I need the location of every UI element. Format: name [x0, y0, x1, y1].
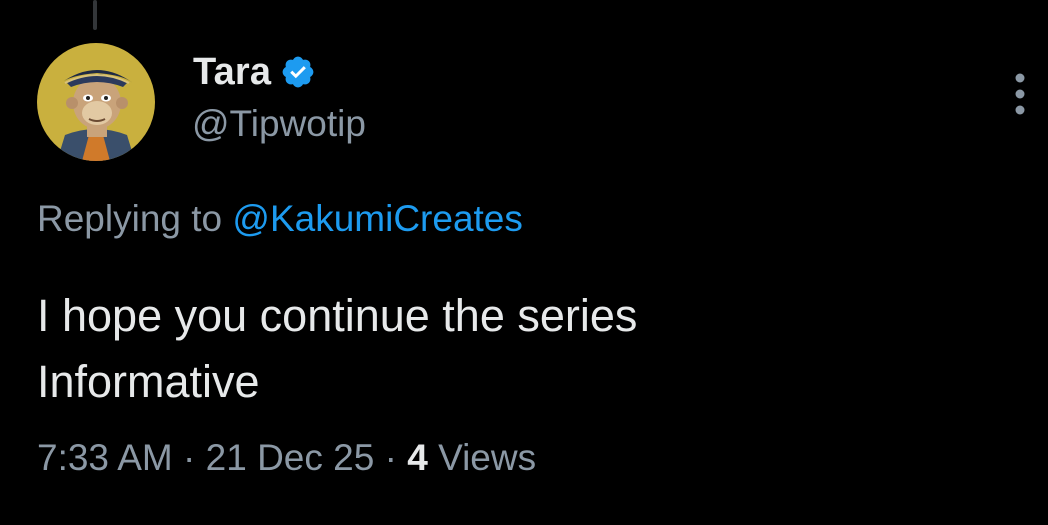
reply-mention-link[interactable]: @KakumiCreates: [232, 198, 523, 239]
verified-badge-icon: [282, 56, 314, 88]
tweet-text-line: I hope you continue the series: [37, 290, 638, 341]
tweet-date[interactable]: 21 Dec 25: [206, 437, 375, 478]
meta-separator: ·: [183, 437, 196, 478]
views-label: Views: [438, 437, 537, 478]
bored-ape-avatar-icon: [37, 43, 155, 161]
tweet-meta: 7:33 AM · 21 Dec 25 · 4 Views: [37, 437, 536, 479]
thread-connector-line: [93, 0, 97, 30]
tweet-text-line: Informative: [37, 356, 260, 407]
more-options-button[interactable]: [1000, 66, 1040, 122]
avatar[interactable]: [37, 43, 155, 161]
tweet-text: I hope you continue the series Informati…: [37, 283, 637, 415]
author-display-name[interactable]: Tara: [193, 51, 271, 94]
more-vertical-icon: [1015, 73, 1025, 115]
author-name-row[interactable]: Tara: [193, 50, 316, 94]
author-handle[interactable]: @Tipwotip: [192, 103, 366, 145]
reply-context: Replying to @KakumiCreates: [37, 198, 523, 240]
tweet-timestamp-link[interactable]: 7:33 AM: [37, 437, 173, 478]
reply-context-prefix: Replying to: [37, 198, 223, 239]
meta-separator: ·: [384, 437, 397, 478]
views-count: 4: [407, 437, 428, 478]
